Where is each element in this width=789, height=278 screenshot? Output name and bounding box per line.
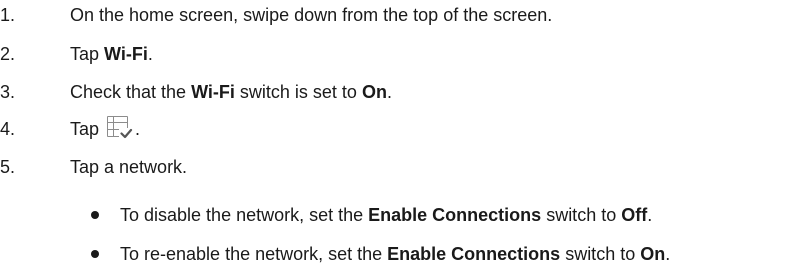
step-text: Tap a network. <box>70 157 188 177</box>
step-number: 1. <box>0 5 16 25</box>
bullet-text-part: To re-enable the network, set the <box>120 244 388 264</box>
bullet-text: To re-enable the network, set the Enable… <box>120 240 670 268</box>
step-text-part: Tap <box>70 119 105 139</box>
bullet-text-part: . <box>647 205 653 225</box>
step-text-part: Check that the <box>70 82 192 102</box>
bullet-text-part: switch to <box>560 244 641 264</box>
bullet-dot <box>91 211 99 219</box>
bullet-text-part: To disable the network, set the <box>120 205 369 225</box>
ui-term: On <box>361 82 387 102</box>
step-text: Tap . <box>70 115 140 143</box>
step-number: 5. <box>0 157 16 177</box>
step-text-part: . <box>135 119 141 139</box>
ui-term: Enable Connections <box>387 244 561 264</box>
step-text-part: Tap <box>70 44 105 64</box>
step-text-part: . <box>386 82 392 102</box>
step-text-part: switch is set to <box>234 82 362 102</box>
network-list-check-icon <box>106 115 134 142</box>
step-number: 3. <box>0 82 16 102</box>
ui-term: Wi-Fi <box>191 82 235 102</box>
step-text: Tap Wi-Fi. <box>70 40 153 68</box>
ui-term: Wi-Fi <box>104 44 148 64</box>
step-number: 4. <box>0 119 16 139</box>
bullet-text-part: switch to <box>541 205 622 225</box>
step-number: 2. <box>0 44 16 64</box>
ui-term: On <box>640 244 666 264</box>
ui-term: Off <box>621 205 648 225</box>
bullet-text: To disable the network, set the Enable C… <box>120 201 652 229</box>
step-text-part: . <box>147 44 153 64</box>
ui-term: Enable Connections <box>368 205 542 225</box>
bullet-text-part: . <box>665 244 671 264</box>
bullet-dot <box>91 250 99 258</box>
step-text: On the home screen, swipe down from the … <box>70 5 553 25</box>
step-text: Check that the Wi-Fi switch is set to On… <box>70 78 392 106</box>
